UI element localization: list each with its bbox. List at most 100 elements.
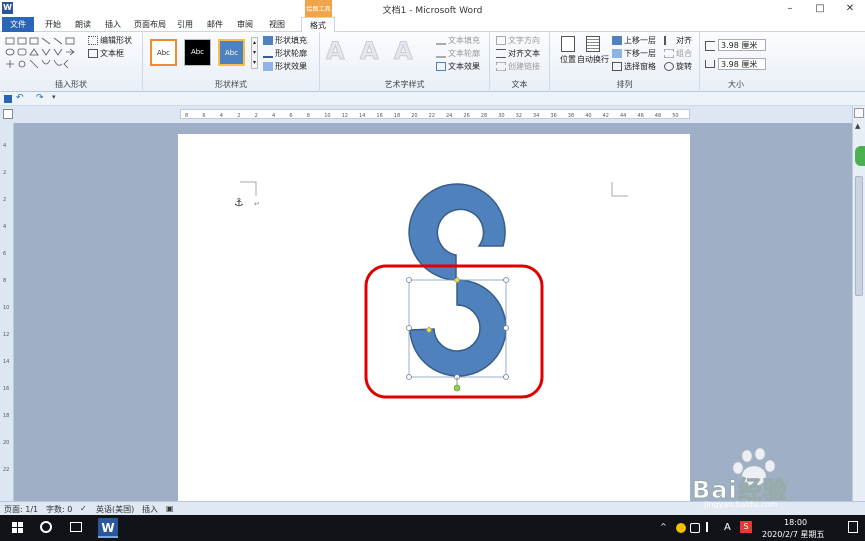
edit-shape-button[interactable]: 编辑形状	[88, 35, 132, 47]
ruler-mark-label: 26	[463, 113, 469, 118]
drawing-tools-context-tab: 绘图工具	[305, 0, 332, 17]
quick-access-toolbar: ↶ ↷ ▾	[0, 92, 865, 106]
shape-outline-button[interactable]: 形状轮廓	[263, 48, 307, 60]
align-button[interactable]: 对齐	[664, 35, 692, 47]
ruler-mark-label: 40	[585, 113, 591, 118]
vruler-mark-label: 8	[3, 278, 6, 284]
word-count[interactable]: 字数: 0	[46, 504, 72, 515]
shape-height-input[interactable]: 3.98 厘米	[718, 39, 766, 51]
shape-style-blue-selected[interactable]: Abc	[218, 39, 245, 66]
wordart-style-1[interactable]: A	[326, 37, 346, 66]
shape-style-orange-outline[interactable]: Abc	[150, 39, 177, 66]
network-icon[interactable]	[690, 523, 700, 533]
send-backward-button[interactable]: 下移一层	[612, 48, 656, 60]
tab-page-layout[interactable]: 页面布局	[130, 18, 170, 31]
text-direction-button[interactable]: 文字方向	[496, 35, 540, 47]
wrap-text-button[interactable]: 自动换行	[576, 34, 610, 78]
style-gallery-scroll[interactable]: ▴ ▾ ▾	[251, 37, 258, 69]
minimize-button[interactable]: –	[775, 0, 805, 17]
vruler-mark-label: 20	[3, 440, 9, 446]
title-bar: W 文档1 - Microsoft Word 绘图工具 – □ ✕	[0, 0, 865, 17]
group-text: 文字方向 对齐文本 创建链接 文本	[490, 32, 550, 92]
redo-icon[interactable]: ↷	[36, 93, 44, 103]
text-effects-button[interactable]: 文本效果	[436, 61, 480, 73]
scroll-up-icon[interactable]: ▲	[855, 122, 860, 130]
text-outline-button[interactable]: 文本轮廓	[436, 48, 480, 60]
windows-start-icon[interactable]	[12, 522, 24, 534]
resize-handle-ml[interactable]	[406, 325, 412, 331]
create-link-button[interactable]: 创建链接	[496, 61, 540, 73]
maximize-button[interactable]: □	[805, 0, 835, 17]
text-fill-button[interactable]: 文本填充	[436, 35, 480, 47]
tab-mailings[interactable]: 邮件	[202, 18, 228, 31]
undo-icon[interactable]: ↶	[16, 93, 24, 103]
resize-handle-tl[interactable]	[406, 277, 412, 283]
ruler-mark-label: 44	[620, 113, 626, 118]
shape-fill-button[interactable]: 形状填充	[263, 35, 307, 47]
align-text-button[interactable]: 对齐文本	[496, 48, 540, 60]
tab-read-aloud[interactable]: 朗读	[70, 18, 96, 31]
clock-date[interactable]: 2020/2/7 星期五	[762, 529, 824, 540]
tab-selector-icon[interactable]	[3, 109, 13, 119]
page-count[interactable]: 页面: 1/1	[4, 504, 38, 515]
volume-icon[interactable]	[706, 522, 716, 532]
resize-handle-tr[interactable]	[503, 277, 509, 283]
save-icon[interactable]	[4, 95, 12, 103]
text-box-button[interactable]: 文本框	[88, 48, 124, 60]
insert-mode[interactable]: 插入	[142, 504, 158, 515]
text-fill-icon	[436, 36, 446, 45]
notification-center-icon[interactable]	[848, 521, 858, 533]
lower-arc-shape-selected[interactable]	[409, 279, 507, 377]
ruler-mark-label: 32	[516, 113, 522, 118]
ruler-toggle-icon[interactable]	[854, 108, 864, 118]
tray-chevron-icon[interactable]: ^	[660, 522, 667, 531]
vruler-mark-label: 10	[3, 305, 9, 311]
tab-references[interactable]: 引用	[172, 18, 198, 31]
margin-mark-top-right	[611, 182, 628, 197]
vertical-ruler[interactable]: 4 2 2 4 6 8 10 12 14 16 18 20 22	[0, 123, 14, 501]
send-backward-icon	[612, 49, 622, 58]
page-canvas: ⚓ ↵	[234, 181, 628, 399]
group-label-text: 文本	[511, 80, 528, 89]
clock-time[interactable]: 18:00	[784, 518, 807, 527]
sogou-ime-icon[interactable]: S	[740, 521, 752, 533]
rotate-button[interactable]: 旋转	[664, 61, 692, 73]
ime-indicator[interactable]: A	[724, 522, 731, 533]
task-view-icon[interactable]	[70, 522, 82, 532]
wordart-style-3[interactable]: A	[394, 37, 414, 66]
search-circle-icon[interactable]	[40, 521, 52, 533]
bring-forward-button[interactable]: 上移一层	[612, 35, 656, 47]
resize-handle-bl[interactable]	[406, 374, 412, 380]
scroll-thumb[interactable]	[855, 176, 863, 296]
wordart-style-2[interactable]: A	[360, 37, 380, 66]
tab-view[interactable]: 视图	[262, 18, 292, 31]
language-indicator[interactable]: 英语(美国)	[96, 504, 134, 515]
tab-review[interactable]: 审阅	[232, 18, 258, 31]
vertical-ruler-ticks: 42246810121416182022	[3, 143, 9, 473]
group-shape-styles: Abc Abc Abc ▴ ▾ ▾ 形状填充 形状轮廓 形状效果 形状样式	[143, 32, 320, 92]
customize-toolbar-icon[interactable]: ▾	[52, 93, 56, 101]
proofing-icon[interactable]: ✓	[80, 504, 87, 513]
resize-handle-mr[interactable]	[503, 325, 509, 331]
selection-pane-button[interactable]: 选择窗格	[612, 61, 656, 73]
side-assistant-icon[interactable]	[855, 146, 865, 166]
tray-app-icon[interactable]	[676, 523, 686, 533]
macro-icon[interactable]: ▣	[166, 504, 174, 513]
shape-style-black[interactable]: Abc	[184, 39, 211, 66]
ruler-mark-label: 36	[550, 113, 556, 118]
shape-gallery[interactable]	[4, 36, 82, 72]
vertical-scrollbar[interactable]: ▲	[852, 106, 865, 501]
resize-handle-br[interactable]	[503, 374, 509, 380]
tab-format[interactable]: 格式	[301, 17, 335, 32]
tab-insert[interactable]: 插入	[100, 18, 126, 31]
shape-width-input[interactable]: 3.98 厘米	[718, 58, 766, 70]
word-taskbar-icon[interactable]: W	[98, 518, 118, 538]
close-button[interactable]: ✕	[835, 0, 865, 17]
shape-effects-button[interactable]: 形状效果	[263, 61, 307, 73]
document-page[interactable]: ⚓ ↵	[178, 134, 690, 501]
group-button[interactable]: 组合	[664, 48, 692, 60]
tab-home[interactable]: 开始	[40, 18, 66, 31]
horizontal-ruler[interactable]: 8 6 4 2 2 4 6 8 10 12 14 16 18 20 22 24 26 28 30 32 34 36 38 40…	[180, 109, 690, 119]
rotate-handle[interactable]	[453, 384, 461, 392]
tab-file[interactable]: 文件	[2, 17, 34, 32]
